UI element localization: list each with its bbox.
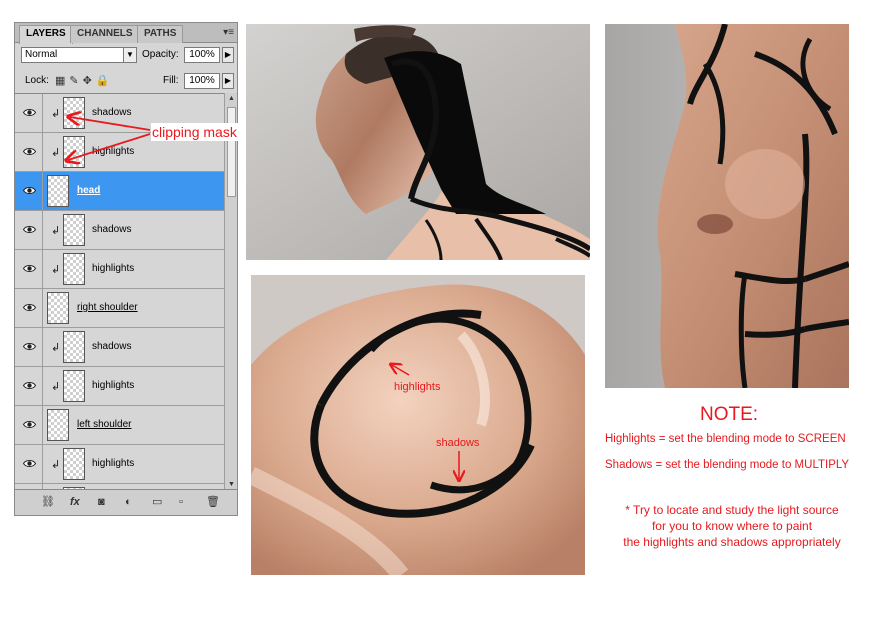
tip-line-2: for you to know where to paint [651,519,813,533]
head-photo [246,24,590,260]
highlights-annotation: highlights [394,381,441,393]
tip-line-3: the highlights and shadows appropriately [623,535,841,549]
shoulder-photo: highlights shadows [251,275,585,575]
note-title: NOTE: [700,404,759,425]
shadows-annotation: shadows [436,437,480,449]
clipping-mask-label: clipping mask [151,123,238,141]
tip-line-1: * Try to locate and study the light sour… [625,503,839,517]
torso-photo [605,24,849,388]
note-shadows: Shadows = set the blending mode to MULTI… [605,459,850,471]
note-highlights: Highlights = set the blending mode to SC… [605,433,846,445]
